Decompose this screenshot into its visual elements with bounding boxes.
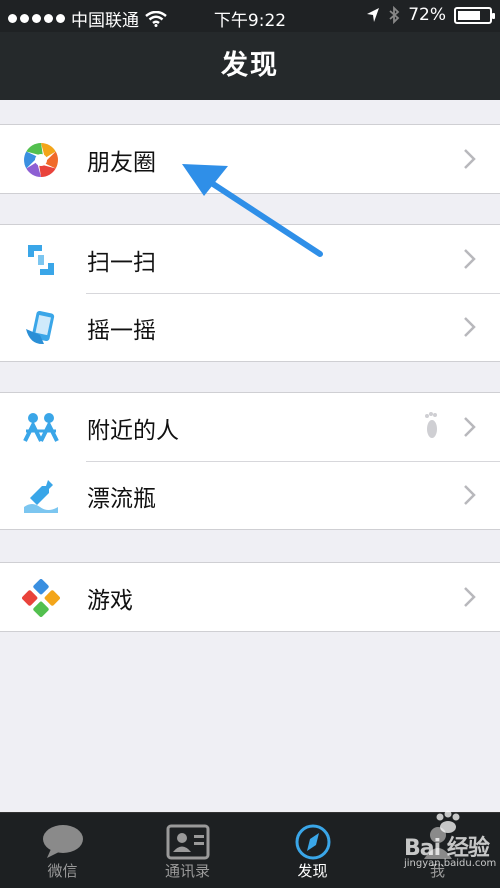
chevron-right-icon bbox=[464, 587, 476, 607]
list-item-label: 摇一摇 bbox=[87, 318, 156, 344]
people-nearby-icon bbox=[23, 413, 59, 442]
contacts-card-icon bbox=[166, 824, 209, 860]
list-item-shake[interactable]: 摇一摇 bbox=[0, 293, 500, 361]
chevron-right-icon bbox=[464, 149, 476, 169]
games-group: 游戏 bbox=[0, 562, 500, 632]
list-item-people-nearby[interactable]: 附近的人 bbox=[0, 393, 500, 461]
chevron-right-icon bbox=[464, 417, 476, 437]
list-item-games[interactable]: 游戏 bbox=[0, 563, 500, 631]
compass-icon bbox=[295, 824, 330, 860]
tab-label: 发现 bbox=[297, 862, 328, 880]
shake-phone-icon bbox=[26, 310, 55, 345]
chat-bubble-icon bbox=[42, 825, 83, 858]
battery-icon bbox=[454, 6, 495, 24]
baidu-watermark: Bai 经验 jingyan.baidu.com bbox=[402, 810, 496, 878]
page-title: 发现 bbox=[221, 50, 279, 81]
list-item-label: 朋友圈 bbox=[87, 150, 156, 176]
battery-percent: 72% bbox=[408, 5, 446, 25]
drift-bottle-icon bbox=[24, 480, 58, 513]
games-icon bbox=[22, 579, 60, 617]
chevron-right-icon bbox=[464, 249, 476, 269]
location-arrow-icon bbox=[367, 8, 380, 22]
chevron-right-icon bbox=[464, 317, 476, 337]
list-item-label: 扫一扫 bbox=[87, 250, 156, 276]
footprint-icon bbox=[425, 412, 437, 438]
list-item-drift-bottle[interactable]: 漂流瓶 bbox=[0, 461, 500, 529]
watermark-url: jingyan.baidu.com bbox=[404, 858, 497, 869]
tab-contacts[interactable]: 通讯录 bbox=[125, 813, 250, 888]
status-right: 72% bbox=[366, 5, 495, 25]
chevron-right-icon bbox=[464, 485, 476, 505]
scan-icon bbox=[28, 245, 54, 275]
tab-discover[interactable]: 发现 bbox=[250, 813, 375, 888]
list-item-label: 漂流瓶 bbox=[87, 486, 156, 512]
tab-chats[interactable]: 微信 bbox=[0, 813, 125, 888]
tab-label: 微信 bbox=[47, 862, 78, 880]
bluetooth-icon bbox=[389, 6, 400, 24]
moments-aperture-icon bbox=[24, 143, 58, 177]
nearby-bottle-group: 附近的人 漂流瓶 bbox=[0, 392, 500, 530]
status-bar: 中国联通 下午9:22 72% bbox=[0, 0, 500, 32]
list-item-label: 附近的人 bbox=[87, 418, 179, 444]
list-item-label: 游戏 bbox=[87, 588, 133, 614]
nav-bar: 发现 bbox=[0, 32, 500, 100]
annotation-arrow bbox=[182, 164, 323, 257]
tab-label: 通讯录 bbox=[164, 862, 210, 880]
